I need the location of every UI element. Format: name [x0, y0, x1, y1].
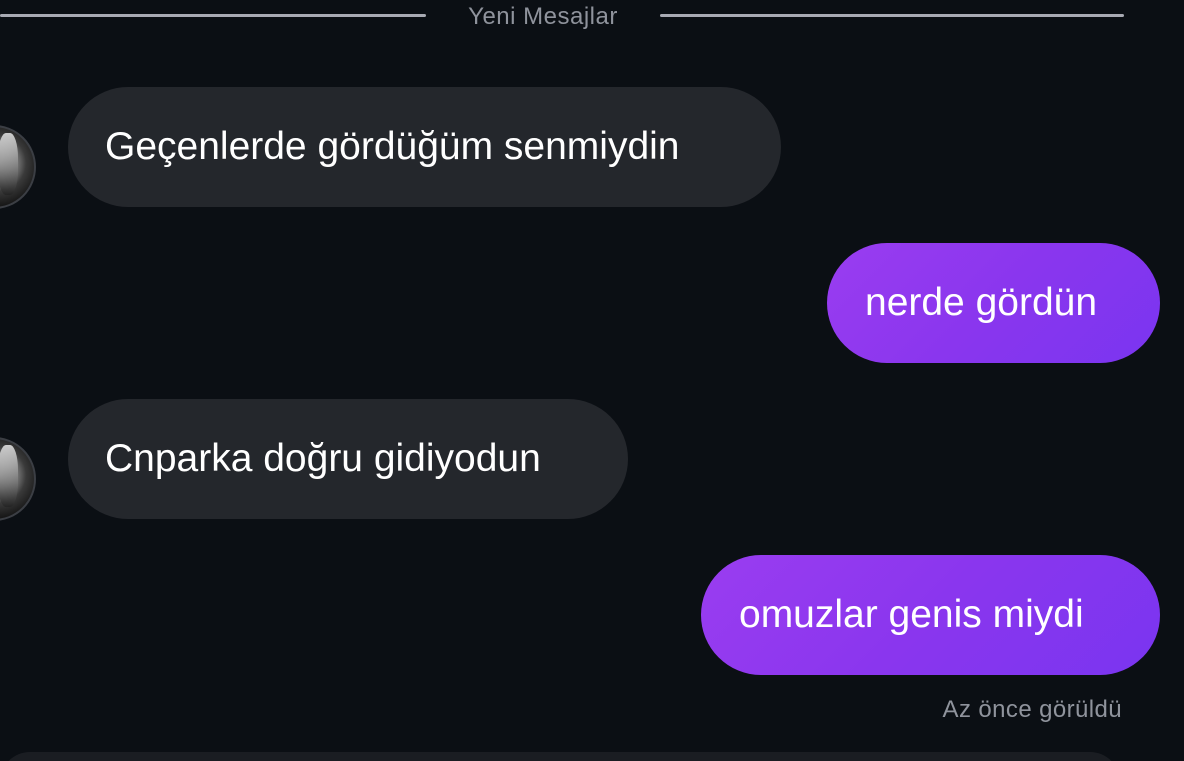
message-composer[interactable] [0, 752, 1120, 761]
divider-line-right [660, 14, 1124, 17]
outgoing-message-bubble[interactable]: nerde gördün [827, 243, 1160, 363]
avatar-portrait [0, 445, 18, 507]
new-messages-divider: Yeni Mesajlar [0, 0, 1184, 34]
message-text: omuzlar genis miydi [739, 593, 1084, 636]
sender-avatar[interactable] [0, 125, 36, 209]
chat-thread: Yeni Mesajlar Geçenlerde gördüğüm senmiy… [0, 0, 1184, 761]
seen-status: Az önce görüldü [942, 696, 1122, 723]
incoming-message-bubble[interactable]: Cnparka doğru gidiyodun [68, 399, 628, 519]
outgoing-message-bubble[interactable]: omuzlar genis miydi [701, 555, 1160, 675]
incoming-message-bubble[interactable]: Geçenlerde gördüğüm senmiydin [68, 87, 781, 207]
new-messages-label: Yeni Mesajlar [468, 3, 618, 30]
message-text: Geçenlerde gördüğüm senmiydin [105, 125, 680, 168]
divider-line-left [0, 14, 426, 17]
sender-avatar[interactable] [0, 437, 36, 521]
message-text: Cnparka doğru gidiyodun [105, 437, 541, 480]
avatar-portrait [0, 133, 18, 195]
message-text: nerde gördün [865, 281, 1098, 324]
